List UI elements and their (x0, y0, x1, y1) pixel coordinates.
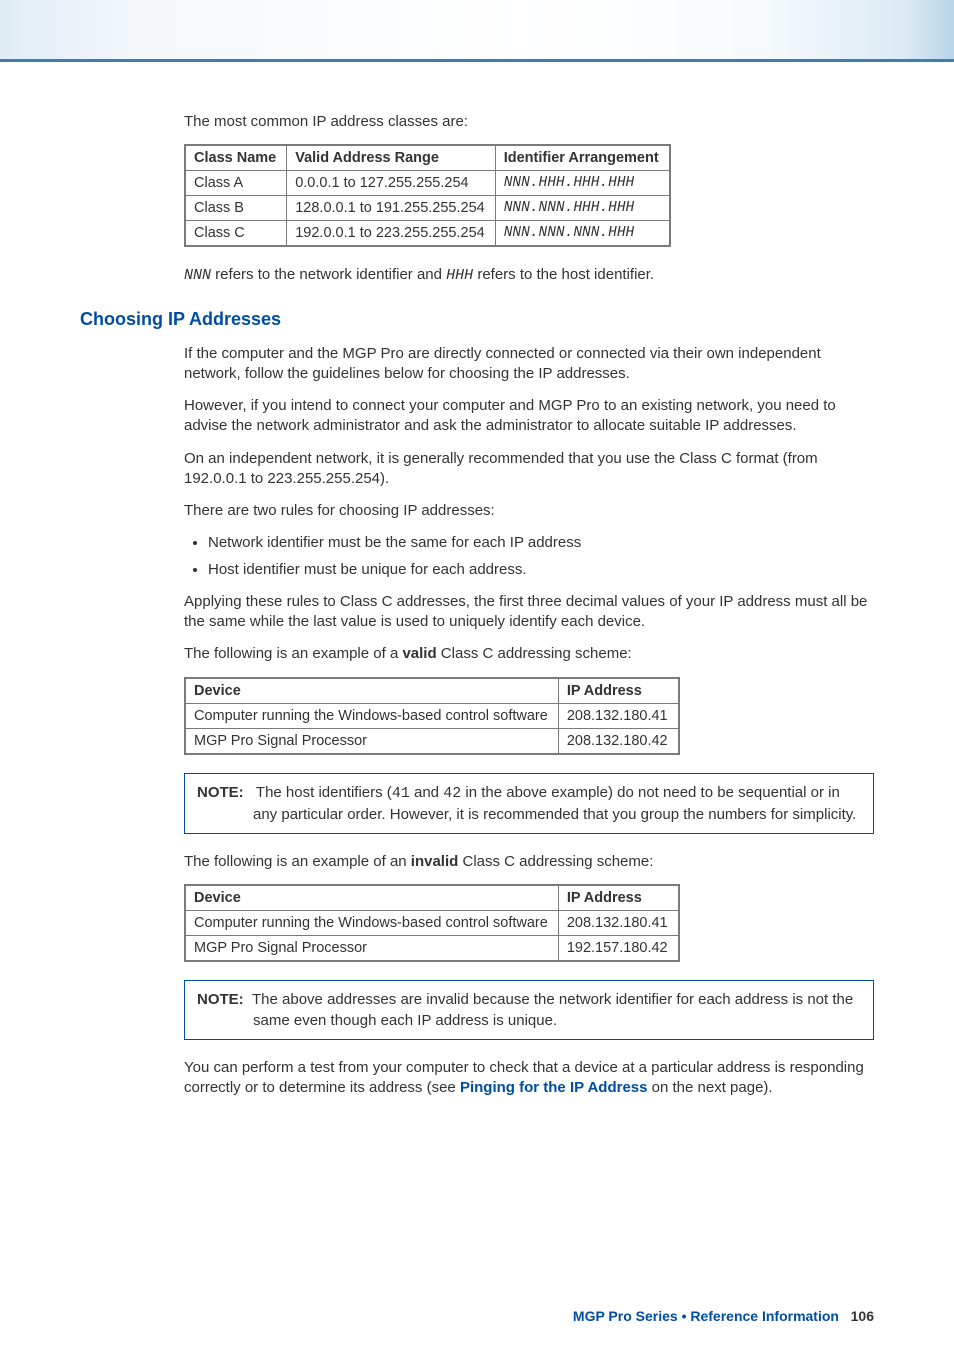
th-identifier: Identifier Arrangement (495, 145, 669, 171)
cell: NNN.HHH.HHH.HHH (495, 171, 669, 196)
cell: MGP Pro Signal Processor (185, 728, 558, 754)
note-text: and (410, 784, 443, 801)
cell: Computer running the Windows-based contr… (185, 910, 558, 935)
ip-class-table: Class Name Valid Address Range Identifie… (184, 144, 671, 247)
text: on the next page). (647, 1079, 772, 1096)
paragraph: The following is an example of an invali… (184, 852, 874, 872)
paragraph: Applying these rules to Class C addresse… (184, 592, 874, 633)
cell: 192.0.0.1 to 223.255.255.254 (287, 221, 495, 247)
cell: 192.157.180.42 (558, 935, 678, 961)
intro-text: The most common IP address classes are: (184, 112, 874, 132)
legend-text: NNN refers to the network identifier and… (184, 265, 874, 286)
cell: MGP Pro Signal Processor (185, 935, 558, 961)
paragraph: There are two rules for choosing IP addr… (184, 501, 874, 521)
bold-text: valid (402, 645, 436, 662)
paragraph: You can perform a test from your compute… (184, 1058, 874, 1099)
th-device: Device (185, 678, 558, 704)
legend-mid: refers to the network identifier and (211, 266, 446, 283)
valid-scheme-table: Device IP Address Computer running the W… (184, 677, 680, 755)
invalid-scheme-table: Device IP Address Computer running the W… (184, 884, 680, 962)
rules-list: Network identifier must be the same for … (208, 533, 874, 580)
top-gradient-bar (0, 0, 954, 62)
paragraph: However, if you intend to connect your c… (184, 396, 874, 437)
bold-text: invalid (411, 853, 459, 870)
page-number: 106 (851, 1308, 874, 1324)
table-row: MGP Pro Signal Processor 208.132.180.42 (185, 728, 679, 754)
cell: Class A (185, 171, 287, 196)
cell: Class C (185, 221, 287, 247)
cell: Class B (185, 196, 287, 221)
paragraph: On an independent network, it is general… (184, 449, 874, 490)
th-ip: IP Address (558, 678, 678, 704)
table-row: Class A 0.0.0.1 to 127.255.255.254 NNN.H… (185, 171, 670, 196)
text: The following is an example of an (184, 853, 411, 870)
cell: 128.0.0.1 to 191.255.255.254 (287, 196, 495, 221)
pinging-link[interactable]: Pinging for the IP Address (460, 1079, 648, 1096)
note-text: The above addresses are invalid because … (252, 991, 853, 1029)
note-label: NOTE: (197, 784, 244, 801)
cell: NNN.NNN.HHH.HHH (495, 196, 669, 221)
legend-end: refers to the host identifier. (473, 266, 654, 283)
list-item: Host identifier must be unique for each … (208, 560, 874, 580)
paragraph: If the computer and the MGP Pro are dire… (184, 344, 874, 385)
table-row: Class B 128.0.0.1 to 191.255.255.254 NNN… (185, 196, 670, 221)
mono-text: 41 (392, 785, 410, 802)
cell: 208.132.180.41 (558, 910, 678, 935)
page-footer: MGP Pro Series • Reference Information 1… (80, 1308, 874, 1324)
th-ip: IP Address (558, 885, 678, 911)
legend-nnn: NNN (184, 267, 211, 284)
text: The following is an example of a (184, 645, 402, 662)
mono-text: 42 (443, 785, 461, 802)
th-device: Device (185, 885, 558, 911)
cell: Computer running the Windows-based contr… (185, 703, 558, 728)
note-box: NOTE: The above addresses are invalid be… (184, 980, 874, 1040)
text: Class C addressing scheme: (437, 645, 632, 662)
cell: NNN.NNN.NNN.HHH (495, 221, 669, 247)
note-label: NOTE: (197, 991, 244, 1008)
footer-title: MGP Pro Series • Reference Information (573, 1308, 839, 1324)
page-content: The most common IP address classes are: … (0, 62, 954, 1354)
note-text: The host identifiers ( (256, 784, 392, 801)
table-row: Computer running the Windows-based contr… (185, 703, 679, 728)
cell: 208.132.180.41 (558, 703, 678, 728)
legend-hhh: HHH (446, 267, 473, 284)
paragraph: The following is an example of a valid C… (184, 644, 874, 664)
note-box: NOTE: The host identifiers (41 and 42 in… (184, 773, 874, 834)
cell: 0.0.0.1 to 127.255.255.254 (287, 171, 495, 196)
table-row: Computer running the Windows-based contr… (185, 910, 679, 935)
text: Class C addressing scheme: (458, 853, 653, 870)
table-row: Class C 192.0.0.1 to 223.255.255.254 NNN… (185, 221, 670, 247)
list-item: Network identifier must be the same for … (208, 533, 874, 553)
section-heading: Choosing IP Addresses (80, 309, 874, 330)
th-class-name: Class Name (185, 145, 287, 171)
table-row: MGP Pro Signal Processor 192.157.180.42 (185, 935, 679, 961)
th-valid-range: Valid Address Range (287, 145, 495, 171)
cell: 208.132.180.42 (558, 728, 678, 754)
